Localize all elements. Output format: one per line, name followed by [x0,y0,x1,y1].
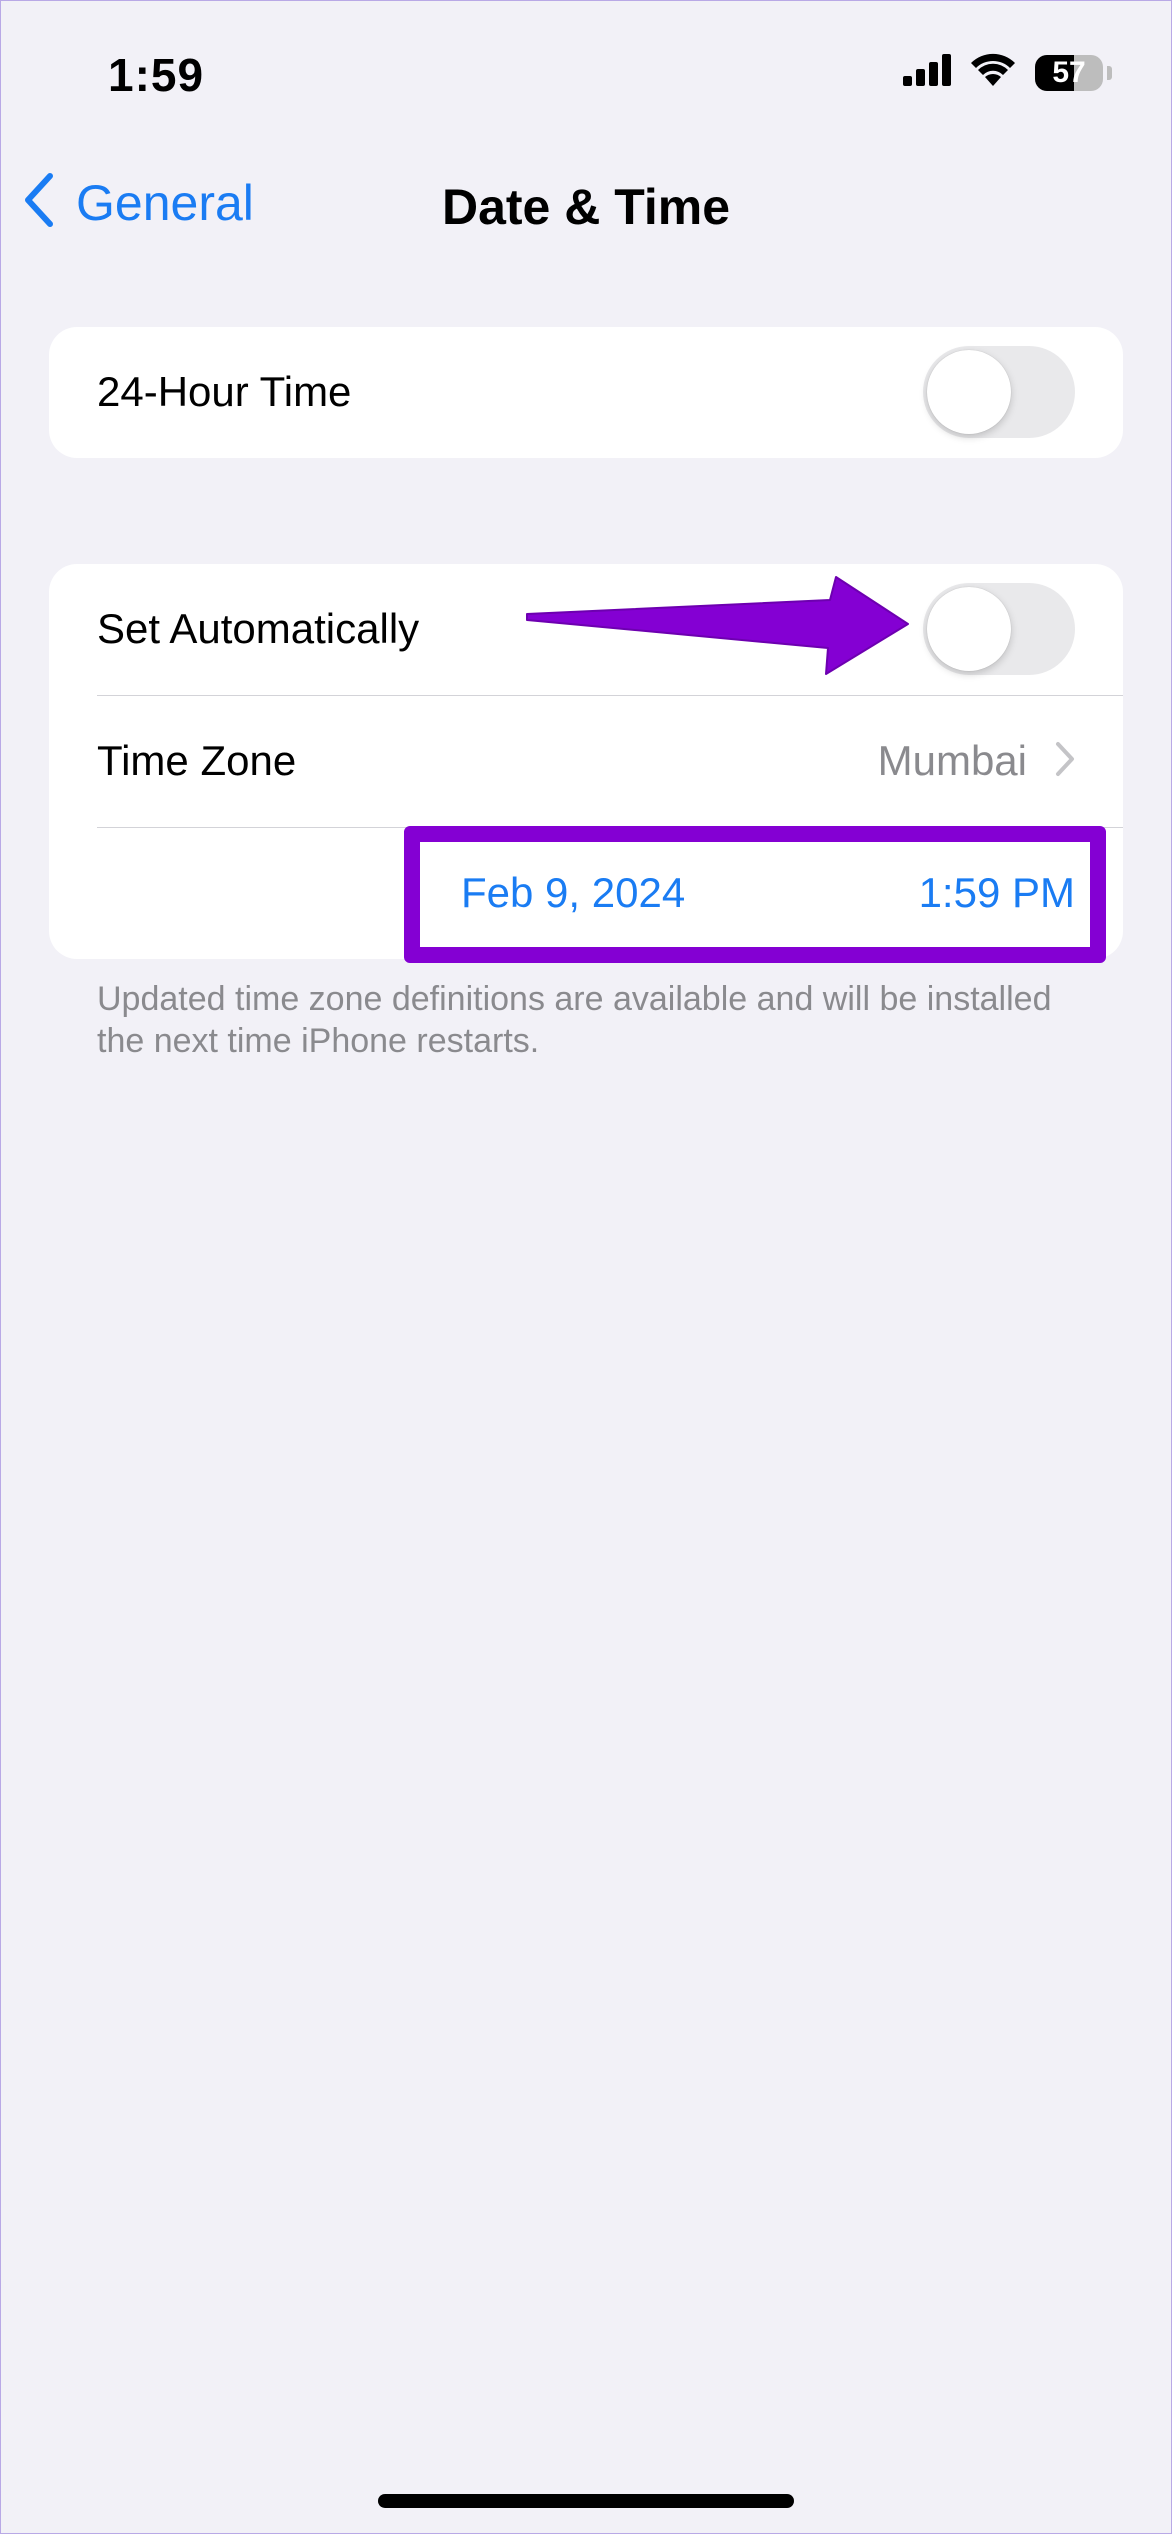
page-title: Date & Time [441,179,731,235]
battery-icon: 57 [1035,54,1103,91]
status-icons: 57 [903,52,1112,93]
annotation-highlight-box [404,826,1106,963]
row-label-24-hour-time: 24-Hour Time [97,368,352,415]
battery-percent: 57 [1052,55,1086,89]
home-indicator[interactable] [378,2494,794,2508]
toggle-24-hour-time[interactable] [923,346,1075,438]
settings-group-time-format: 24-Hour Time [49,327,1123,458]
toggle-set-automatically[interactable] [923,583,1075,675]
toggle-knob [927,350,1011,434]
toggle-knob [927,587,1011,671]
row-24-hour-time: 24-Hour Time [49,327,1123,457]
footnote-text: Updated time zone definitions are availa… [97,980,1052,1060]
time-zone-value: Mumbai [877,737,1027,784]
row-label-time-zone: Time Zone [97,737,297,784]
wifi-icon [969,52,1017,93]
chevron-right-icon [1055,741,1075,782]
row-time-zone[interactable]: Time Zone Mumbai [49,696,1123,826]
annotation-arrow-icon [526,576,909,675]
cellular-signal-icon [903,54,951,91]
row-label-set-automatically: Set Automatically [97,605,420,652]
status-time: 1:59 [108,49,205,101]
battery-nub [1107,65,1112,80]
